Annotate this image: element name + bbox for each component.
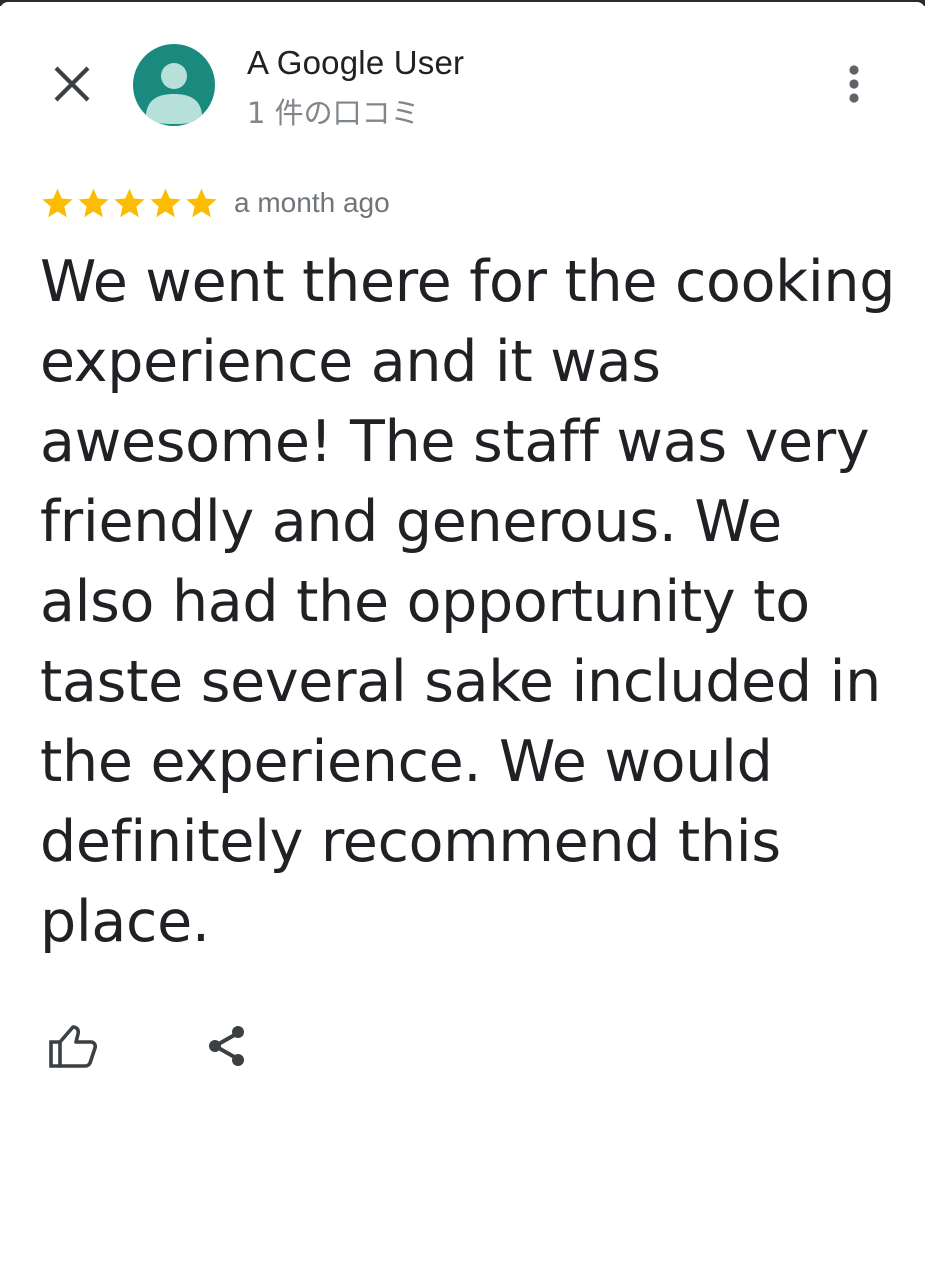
- reviewer-review-count: 1 件の口コミ: [247, 96, 420, 130]
- thumbs-up-icon: [49, 1025, 98, 1068]
- avatar[interactable]: [133, 44, 215, 126]
- review-dialog: A Google User 1 件の口コミ a month ago We wen…: [0, 0, 925, 1280]
- like-button[interactable]: [40, 1015, 106, 1077]
- review-date: a month ago: [234, 187, 390, 218]
- reviewer-name[interactable]: A Google User: [247, 44, 464, 82]
- star-icon: [150, 188, 181, 217]
- share-button[interactable]: [196, 1015, 258, 1077]
- more-vert-icon: [849, 65, 859, 103]
- person-icon: [146, 63, 202, 124]
- star-icon: [186, 188, 217, 217]
- top-edge: [0, 0, 925, 10]
- close-button[interactable]: [44, 56, 100, 112]
- star-icon: [114, 188, 145, 217]
- star-icon: [78, 188, 109, 217]
- more-options-button[interactable]: [830, 60, 878, 108]
- close-icon: [54, 66, 90, 102]
- star-rating: [40, 186, 219, 221]
- share-icon: [209, 1026, 244, 1066]
- rating-row: a month ago: [40, 184, 390, 222]
- star-icon: [42, 188, 73, 217]
- review-text: We went there for the cooking experience…: [40, 249, 896, 955]
